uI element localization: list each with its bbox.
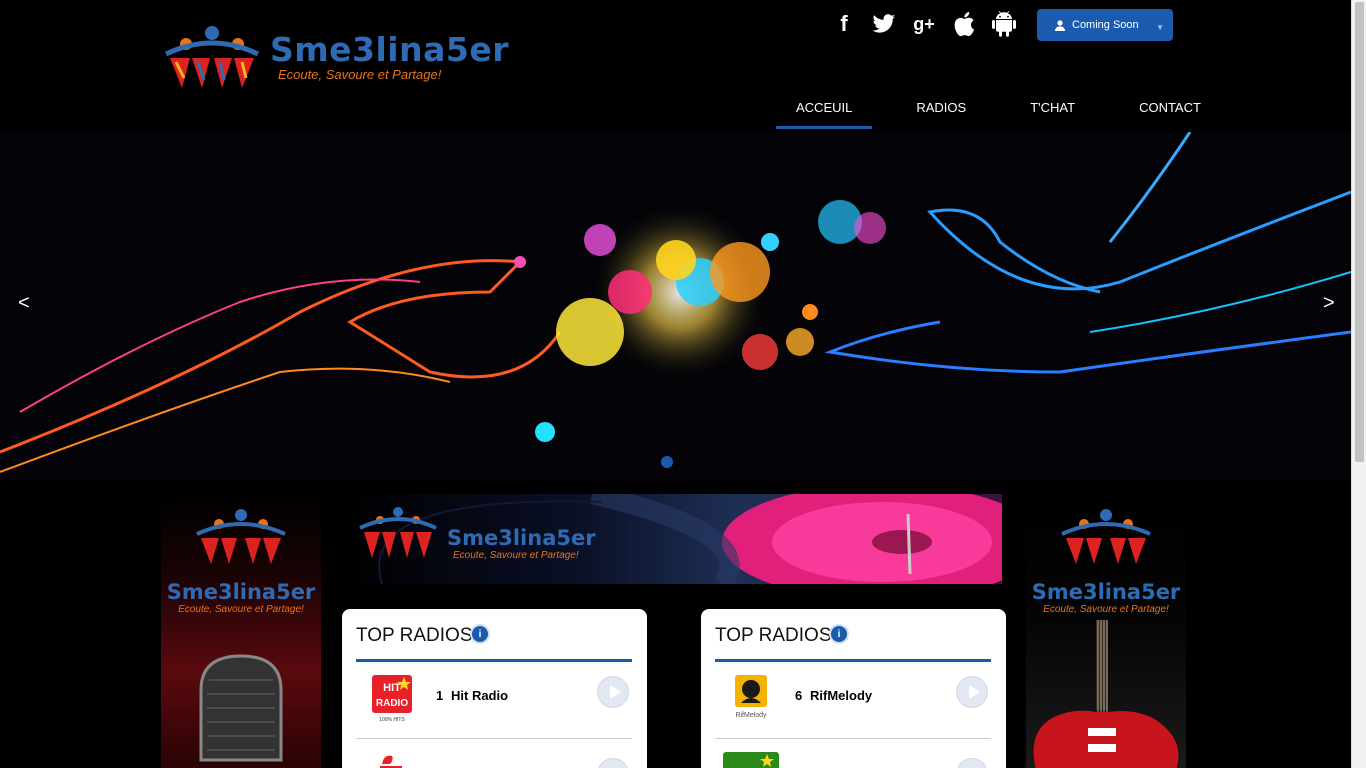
- android-icon[interactable]: [990, 10, 1018, 38]
- svg-text:RADIO: RADIO: [376, 698, 408, 709]
- logo-name: Sme3lina5er: [270, 30, 509, 69]
- card-divider: [715, 659, 991, 662]
- social-links: f g+: [830, 10, 1018, 38]
- coming-soon-label: Coming Soon: [1072, 19, 1139, 31]
- right-side-banner[interactable]: Sme3lina5er Ecoute, Savoure et Partage!: [1026, 494, 1186, 768]
- rifmelody-logo: RifMelody: [735, 675, 767, 719]
- logo-emblem-icon: [1061, 509, 1151, 564]
- hero-slide-image: [0, 132, 1351, 473]
- chevron-down-icon[interactable]: ▼: [1156, 23, 1164, 32]
- logo-tagline: Ecoute, Savoure et Partage!: [278, 67, 442, 82]
- play-button[interactable]: [597, 758, 629, 768]
- svg-text:HIT: HIT: [383, 682, 401, 694]
- site-logo[interactable]: Sme3lina5er Ecoute, Savoure et Partage!: [162, 22, 509, 94]
- radio-name[interactable]: Hit Radio: [451, 688, 508, 703]
- side-logo-tagline: Ecoute, Savoure et Partage!: [178, 604, 304, 615]
- play-button[interactable]: [597, 676, 629, 708]
- play-button[interactable]: [956, 758, 988, 768]
- side-logo-name: Sme3lina5er: [166, 580, 316, 604]
- banner-logo-tagline: Ecoute, Savoure et Partage!: [453, 550, 579, 561]
- info-icon[interactable]: i: [470, 624, 490, 644]
- logo-emblem-icon: [164, 26, 260, 88]
- hit-radio-logo: HIT RADIO 100% HITS: [372, 675, 412, 723]
- logo-emblem-icon: [196, 509, 286, 564]
- top-radios-card: TOP RADIOS i HIT RADIO 100% HITS 1 Hit R…: [342, 609, 647, 768]
- radio-logo: [723, 752, 779, 768]
- nav-item-contact[interactable]: CONTACT: [1119, 96, 1221, 129]
- nav-item-radios[interactable]: RADIOS: [896, 96, 986, 129]
- nav-item-acceuil[interactable]: ACCEUIL: [776, 96, 873, 129]
- top-radios-card: TOP RADIOS i RifMelody 6 RifMelody: [701, 609, 1006, 768]
- radio-name[interactable]: RifMelody: [810, 688, 872, 703]
- radio-logo: [380, 755, 402, 768]
- coming-soon-button[interactable]: Coming Soon ▼: [1037, 9, 1173, 41]
- hero-slider: < >: [0, 132, 1351, 479]
- card-divider: [356, 659, 632, 662]
- banner-logo-name: Sme3lina5er: [447, 526, 596, 550]
- card-title: TOP RADIOS: [715, 625, 832, 646]
- side-logo-tagline: Ecoute, Savoure et Partage!: [1043, 604, 1169, 615]
- user-icon: [1055, 19, 1065, 31]
- turntable-image: [359, 494, 1002, 584]
- microphone-icon: [199, 654, 283, 762]
- twitter-icon[interactable]: [870, 10, 898, 38]
- play-button[interactable]: [956, 676, 988, 708]
- page-scrollbar[interactable]: [1351, 0, 1366, 768]
- card-title: TOP RADIOS: [356, 625, 473, 646]
- left-side-banner[interactable]: Sme3lina5er Ecoute, Savoure et Partage!: [161, 494, 321, 768]
- main-nav: ACCEUIL RADIOS T'CHAT CONTACT: [776, 96, 1221, 129]
- top-banner[interactable]: Sme3lina5er Ecoute, Savoure et Partage!: [342, 494, 1002, 584]
- site-header: Sme3lina5er Ecoute, Savoure et Partage! …: [0, 0, 1351, 132]
- svg-text:100% HITS: 100% HITS: [379, 717, 405, 723]
- radio-list-item[interactable]: [356, 740, 632, 768]
- facebook-icon[interactable]: f: [830, 10, 858, 38]
- radio-list-item[interactable]: [715, 740, 991, 768]
- radio-rank: 1: [436, 688, 444, 703]
- nav-item-tchat[interactable]: T'CHAT: [1010, 96, 1095, 129]
- radio-rank: 6: [795, 688, 803, 703]
- slider-next-button[interactable]: >: [1323, 292, 1335, 315]
- info-icon[interactable]: i: [829, 624, 849, 644]
- side-logo-name: Sme3lina5er: [1031, 580, 1181, 604]
- slider-prev-button[interactable]: <: [18, 292, 30, 315]
- guitar-icon: [1033, 620, 1179, 768]
- google-plus-icon[interactable]: g+: [910, 10, 938, 38]
- svg-text:RifMelody: RifMelody: [735, 712, 767, 719]
- apple-icon[interactable]: [950, 10, 978, 38]
- radio-list-item[interactable]: HIT RADIO 100% HITS 1 Hit Radio: [356, 667, 632, 739]
- slider-dot[interactable]: [661, 456, 673, 468]
- radio-list-item[interactable]: RifMelody 6 RifMelody: [715, 667, 991, 739]
- scrollbar-thumb[interactable]: [1355, 2, 1364, 462]
